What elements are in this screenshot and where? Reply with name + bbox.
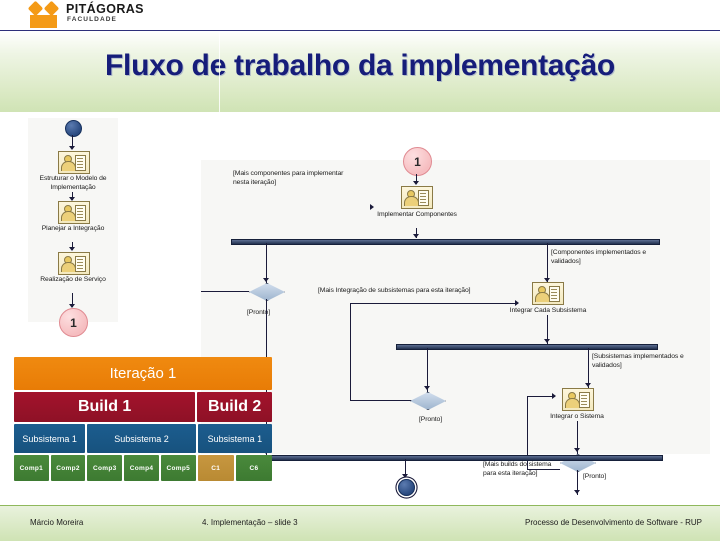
component-cell[interactable]: Comp5 — [160, 455, 196, 481]
guard-label-5: [Pronto] — [419, 416, 443, 423]
activity-label-1: Estruturar o Modelo de Implementação — [39, 175, 107, 191]
brand-subtitle: FACULDADE — [67, 16, 117, 23]
page-title: Fluxo de trabalho da implementação — [105, 49, 615, 82]
start-node — [65, 120, 82, 137]
build-cell-2[interactable]: Build 2 — [197, 392, 272, 422]
subsystem-cell-3[interactable]: Subsistema 1 — [197, 424, 272, 453]
table-row-builds: Build 1 Build 2 — [14, 392, 272, 422]
logo-diamond-left-icon — [27, 0, 44, 17]
guard-label-4: [Mais Integração de subsistemas para est… — [318, 287, 471, 294]
footer-course: Processo de Desenvolvimento de Software … — [525, 518, 702, 527]
build-cell-1[interactable]: Build 1 — [14, 392, 196, 422]
sync-bar-3 — [263, 455, 663, 461]
table-row-components: Comp1 Comp2 Comp3 Comp4 Comp5 C1 C6 — [14, 455, 272, 481]
component-cell[interactable]: Comp4 — [124, 455, 159, 481]
title-band: Fluxo de trabalho da implementação — [0, 30, 720, 115]
arrow-head-icon — [585, 383, 591, 387]
pitagoras-logo: PITÁGORAS FACULDADE — [24, 0, 164, 29]
arrow-head-icon — [263, 278, 269, 282]
logo-base-icon — [30, 15, 57, 28]
logo-diamond-right-icon — [43, 0, 60, 17]
activity-icon — [58, 151, 90, 174]
component-cell[interactable]: Comp3 — [87, 455, 123, 481]
activity-label-6: Integrar o Sistema — [550, 413, 604, 420]
flow-edge — [527, 469, 560, 470]
arrow-head-icon — [413, 234, 419, 238]
activity-label-4: Implementar Componentes — [377, 211, 457, 218]
iteration-cell[interactable]: Iteração 1 — [14, 357, 272, 390]
component-cell[interactable]: Comp2 — [50, 455, 86, 481]
flow-edge — [201, 291, 249, 292]
flow-edge — [266, 243, 267, 283]
activity-icon — [562, 388, 594, 411]
activity-label-3: Realização de Serviço — [40, 276, 106, 283]
arrow-head-icon — [413, 181, 419, 185]
arrow-head-icon — [574, 490, 580, 494]
arrow-head-icon — [370, 204, 374, 210]
component-cell[interactable]: C1 — [197, 455, 234, 481]
component-cell[interactable]: C6 — [235, 455, 272, 481]
subsystem-cell-1[interactable]: Subsistema 1 — [14, 424, 86, 453]
slide-footer: Márcio Moreira 4. Implementação – slide … — [0, 505, 720, 541]
flow-edge — [527, 396, 555, 397]
flow-edge — [588, 348, 589, 388]
activity-icon — [58, 252, 90, 275]
activity-icon — [58, 201, 90, 224]
activity-label-2: Planejar a Integração — [41, 225, 105, 232]
build-breakdown-table: Iteração 1 Build 1 Build 2 Subsistema 1 … — [14, 357, 272, 483]
sync-bar-2 — [396, 344, 658, 350]
footer-section: 4. Implementação – slide 3 — [202, 518, 298, 527]
activity-icon — [401, 186, 433, 209]
arrow-head-icon — [574, 448, 580, 452]
guard-label-6: [Subsistemas implementados e validados] — [592, 353, 684, 369]
arrow-head-icon — [424, 386, 430, 390]
component-cell[interactable]: Comp1 — [14, 455, 49, 481]
iteration-marker-top: 1 — [403, 147, 432, 176]
guard-label-3: [Componentes implementados e validados] — [551, 249, 647, 265]
subsystem-cell-2[interactable]: Subsistema 2 — [87, 424, 196, 453]
activity-label-5: Integrar Cada Subsistema — [509, 307, 587, 314]
sync-bar-1 — [231, 239, 660, 245]
footer-author: Márcio Moreira — [30, 518, 84, 527]
activity-icon — [532, 282, 564, 305]
logo-bar: PITÁGORAS FACULDADE — [0, 0, 720, 30]
flow-edge — [547, 243, 548, 283]
main-diagram-panel — [201, 160, 710, 454]
brand-name: PITÁGORAS — [66, 2, 144, 16]
guard-label-1: [Mais componentes para implementar nesta… — [233, 170, 344, 186]
iteration-marker-bottom: 1 — [59, 308, 88, 337]
flow-edge — [350, 303, 518, 304]
table-row-subsystems: Subsistema 1 Subsistema 2 Subsistema 1 — [14, 424, 272, 453]
end-node — [398, 479, 415, 496]
arrow-head-icon — [69, 146, 75, 150]
arrow-head-icon — [69, 247, 75, 251]
arrow-head-icon — [402, 474, 408, 478]
arrow-head-icon — [552, 393, 556, 399]
guard-label-8: [Pronto] — [583, 473, 607, 480]
flow-edge — [350, 303, 351, 401]
table-row-iteration: Iteração 1 — [14, 357, 272, 390]
arrow-head-icon — [515, 300, 519, 306]
slide-body: Estruturar o Modelo de Implementação Pla… — [0, 112, 720, 505]
arrow-head-icon — [544, 339, 550, 343]
